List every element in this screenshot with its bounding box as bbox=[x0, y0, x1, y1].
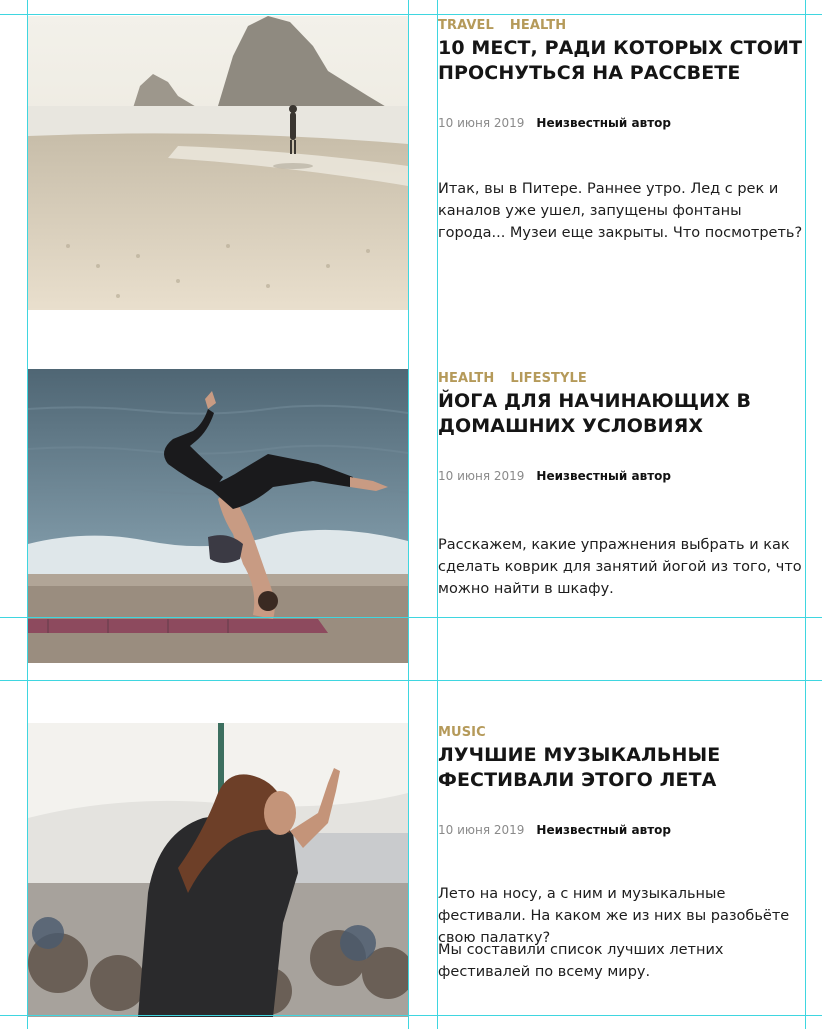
author-link[interactable]: Неизвестный автор bbox=[536, 823, 671, 837]
guide-line bbox=[0, 680, 822, 681]
tag-link[interactable]: MUSIC bbox=[438, 725, 486, 740]
article-excerpt: Расскажем, какие упражнения выбрать и ка… bbox=[438, 537, 802, 597]
article-excerpt: Итак, вы в Питере. Раннее утро. Лед с ре… bbox=[438, 181, 803, 241]
music-festival-image bbox=[28, 723, 408, 1017]
article-date: 10 июня 2019 bbox=[438, 823, 525, 837]
article-image-yoga[interactable] bbox=[28, 369, 408, 663]
yoga-beach-image bbox=[28, 369, 408, 663]
tag-link[interactable]: HEALTH bbox=[510, 18, 566, 33]
article-image-festival[interactable] bbox=[28, 723, 408, 1017]
article-date: 10 июня 2019 bbox=[438, 469, 525, 483]
tag-link[interactable]: HEALTH bbox=[438, 371, 494, 386]
article-date: 10 июня 2019 bbox=[438, 116, 525, 130]
article-title[interactable]: 10 МЕСТ, РАДИ КОТОРЫХ СТОИТ ПРОСНУТЬСЯ Н… bbox=[438, 36, 808, 86]
article-tags: TRAVEL HEALTH bbox=[438, 14, 582, 33]
article-meta: 10 июня 2019 Неизвестный автор bbox=[438, 823, 808, 837]
author-link[interactable]: Неизвестный автор bbox=[536, 116, 671, 130]
article-content: MUSIC ЛУЧШИЕ МУЗЫКАЛЬНЫЕ ФЕСТИВАЛИ ЭТОГО… bbox=[438, 721, 808, 1011]
article-meta: 10 июня 2019 Неизвестный автор bbox=[438, 116, 808, 130]
guide-line bbox=[408, 0, 409, 1029]
article-meta: 10 июня 2019 Неизвестный автор bbox=[438, 469, 808, 483]
article-content: HEALTH LIFESTYLE ЙОГА ДЛЯ НАЧИНАЮЩИХ В ДО… bbox=[438, 367, 808, 647]
author-link[interactable]: Неизвестный автор bbox=[536, 469, 671, 483]
article-title[interactable]: ЛУЧШИЕ МУЗЫКАЛЬНЫЕ ФЕСТИВАЛИ ЭТОГО ЛЕТА bbox=[438, 743, 808, 793]
article-image-beach[interactable] bbox=[28, 16, 408, 310]
article-tags: HEALTH LIFESTYLE bbox=[438, 367, 603, 386]
beach-sunrise-image bbox=[28, 16, 408, 310]
article-title[interactable]: ЙОГА ДЛЯ НАЧИНАЮЩИХ В ДОМАШНИХ УСЛОВИЯХ bbox=[438, 389, 808, 439]
tag-link[interactable]: LIFESTYLE bbox=[510, 371, 587, 386]
tag-link[interactable]: TRAVEL bbox=[438, 18, 494, 33]
article-content: TRAVEL HEALTH 10 МЕСТ, РАДИ КОТОРЫХ СТОИТ… bbox=[438, 14, 808, 294]
article-excerpt: Мы составили список лучших летних фестив… bbox=[438, 942, 724, 980]
article-tags: MUSIC bbox=[438, 721, 502, 740]
